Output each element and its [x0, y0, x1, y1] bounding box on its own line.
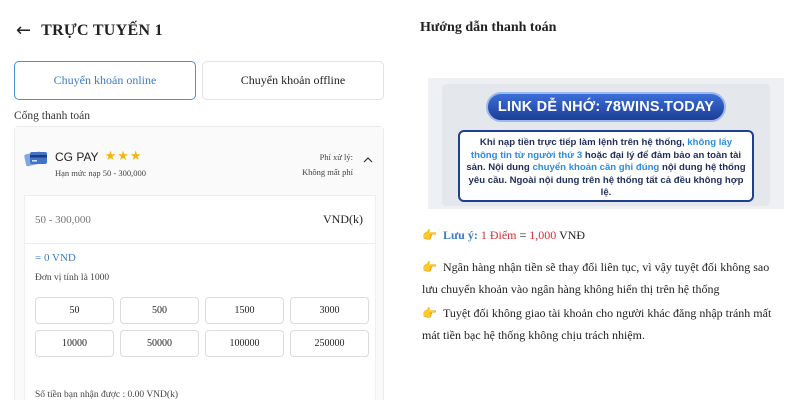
banner-text: Khi nạp tiền trực tiếp làm lệnh trên hệ …: [479, 137, 688, 148]
payment-gateway-card: CG PAY ★★★ Hạn mức nạp 50 - 300,000 Phí …: [14, 126, 384, 400]
guide-title: Hướng dẫn thanh toán: [420, 20, 557, 35]
gateway-section-label: Cổng thanh toán: [14, 110, 91, 122]
note-point-value: 1 Điểm: [480, 228, 517, 242]
fee-label: Phí xử lý:: [319, 152, 353, 162]
quick-amount-button[interactable]: 3000: [290, 297, 369, 324]
quick-amount-button[interactable]: 500: [120, 297, 199, 324]
arrow-left-icon[interactable]: ←: [16, 20, 31, 41]
quick-amount-button[interactable]: 10000: [35, 330, 114, 357]
amount-input-row: VND(k): [25, 196, 375, 244]
gateway-name-row: CG PAY ★★★: [55, 149, 143, 164]
fee-value: Không mất phí: [302, 167, 353, 177]
credit-card-icon: [24, 151, 47, 167]
quick-amount-button[interactable]: 50: [35, 297, 114, 324]
quick-amount-button[interactable]: 1500: [205, 297, 284, 324]
pointing-hand-icon: 👉: [422, 260, 437, 274]
banner-highlight: chuyển khoản cần ghi đúng: [532, 162, 660, 174]
received-amount: Số tiền bạn nhận được : 0.00 VND(k): [35, 390, 178, 400]
currency-label: VND(k): [323, 212, 363, 226]
page-title: TRỰC TUYẾN 1: [41, 21, 163, 39]
quick-amount-button[interactable]: 50000: [120, 330, 199, 357]
transfer-tabs: Chuyển khoản online Chuyển khoản offline: [14, 61, 384, 100]
banner-link-pill: LINK DỄ NHỚ: 78WINS.TODAY: [486, 92, 726, 122]
deposit-panel: ← TRỰC TUYẾN 1 Chuyển khoản online Chuyể…: [0, 0, 400, 400]
note-unit: VNĐ: [556, 228, 586, 242]
unit-note: Đơn vị tính là 1000: [35, 273, 110, 283]
tab-online-transfer[interactable]: Chuyển khoản online: [14, 61, 196, 100]
payment-guide-panel: Hướng dẫn thanh toán LINK DỄ NHỚ: 78WINS…: [400, 0, 800, 400]
pointing-hand-icon: 👉: [422, 306, 437, 320]
gateway-header[interactable]: CG PAY ★★★ Hạn mức nạp 50 - 300,000 Phí …: [15, 127, 383, 189]
promo-banner: LINK DỄ NHỚ: 78WINS.TODAY Khi nạp tiền t…: [428, 78, 784, 209]
quick-amount-button[interactable]: 100000: [205, 330, 284, 357]
amount-input[interactable]: [35, 214, 235, 226]
gateway-limit: Hạn mức nạp 50 - 300,000: [55, 168, 147, 178]
note-equals: =: [516, 228, 530, 242]
chevron-up-icon[interactable]: [363, 155, 373, 165]
quick-amount-button[interactable]: 250000: [290, 330, 369, 357]
note-text: Ngân hàng nhận tiền sẽ thay đổi liên tục…: [422, 260, 770, 296]
note-exchange-rate: 👉 Lưu ý: 1 Điểm = 1,000 VNĐ: [422, 224, 585, 246]
tab-offline-transfer[interactable]: Chuyển khoản offline: [202, 61, 384, 100]
banner-link-text: LINK DỄ NHỚ: 78WINS.TODAY: [497, 99, 715, 115]
note-account-security: 👉 Tuyệt đối không giao tài khoản cho ngườ…: [422, 302, 784, 346]
gateway-name: CG PAY: [55, 149, 99, 164]
note-bank-change: 👉 Ngân hàng nhận tiền sẽ thay đổi liên tụ…: [422, 256, 784, 300]
converted-amount: = 0 VND: [35, 252, 76, 264]
page-header: ← TRỰC TUYẾN 1: [16, 20, 163, 41]
note-label: Lưu ý:: [442, 228, 478, 242]
star-rating-icon: ★★★: [104, 149, 143, 164]
note-vnd-value: 1,000: [529, 228, 557, 242]
note-text: Tuyệt đối không giao tài khoản cho người…: [422, 306, 772, 342]
pointing-hand-icon: 👉: [422, 228, 437, 242]
banner-notice: Khi nạp tiền trực tiếp làm lệnh trên hệ …: [458, 130, 754, 202]
quick-amount-grid: 50 500 1500 3000 10000 50000 100000 2500…: [35, 297, 369, 357]
deposit-form: VND(k) = 0 VND Đơn vị tính là 1000 50 50…: [24, 195, 376, 400]
